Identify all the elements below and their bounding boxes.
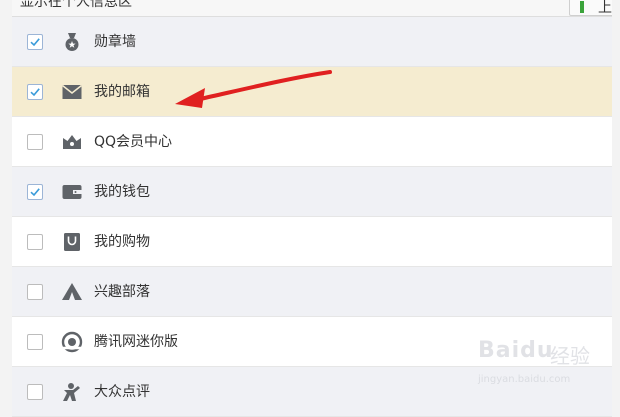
list-item[interactable]: 我的购物 [12,217,612,267]
watermark-jingyan: 经验 [550,344,590,368]
move-up-button[interactable]: 上移 [569,0,612,16]
item-label: 勋章墙 [94,34,136,50]
baidu-watermark: Baidu 经验 jingyan.baidu.com [470,330,620,400]
mail-icon [62,84,82,99]
item-label: 我的购物 [94,234,150,250]
list-item[interactable]: QQ会员中心 [12,117,612,167]
watermark-brand: Baidu [478,338,554,363]
tencent-news-icon [61,331,83,353]
item-label: 兴趣部落 [94,284,150,300]
list-item[interactable]: 我的邮箱 [12,67,612,117]
crown-icon [63,135,81,149]
list-item[interactable]: 兴趣部落 [12,267,612,317]
up-arrow-icon [580,1,584,13]
item-label: 我的邮箱 [94,84,150,100]
checkbox-qq-vip-center[interactable] [27,134,43,150]
checkbox-interest-tribe[interactable] [27,284,43,300]
item-label: QQ会员中心 [94,134,173,150]
tent-icon [62,283,82,300]
checkbox-my-mailbox[interactable] [27,84,43,100]
wallet-icon [62,185,82,199]
check-icon [30,38,40,47]
item-label: 腾讯网迷你版 [94,334,178,350]
item-label: 大众点评 [94,384,150,400]
move-up-label: 上移 [598,0,612,16]
checkbox-my-shopping[interactable] [27,234,43,250]
section-title: 显示在个人信息区 [20,0,132,10]
shopping-bag-icon [64,233,80,251]
check-icon [30,188,40,197]
item-label: 我的钱包 [94,184,150,200]
medal-icon [65,33,79,51]
checkbox-medal-wall[interactable] [27,34,43,50]
section-header: 显示在个人信息区 上移 [12,0,612,17]
check-icon [30,88,40,97]
list-item[interactable]: 勋章墙 [12,17,612,67]
checkbox-tencent-mini[interactable] [27,334,43,350]
list-item[interactable]: 我的钱包 [12,167,612,217]
checkbox-dianping[interactable] [27,384,43,400]
watermark-url: jingyan.baidu.com [478,374,571,385]
left-gutter [0,0,12,400]
checkbox-my-wallet[interactable] [27,184,43,200]
